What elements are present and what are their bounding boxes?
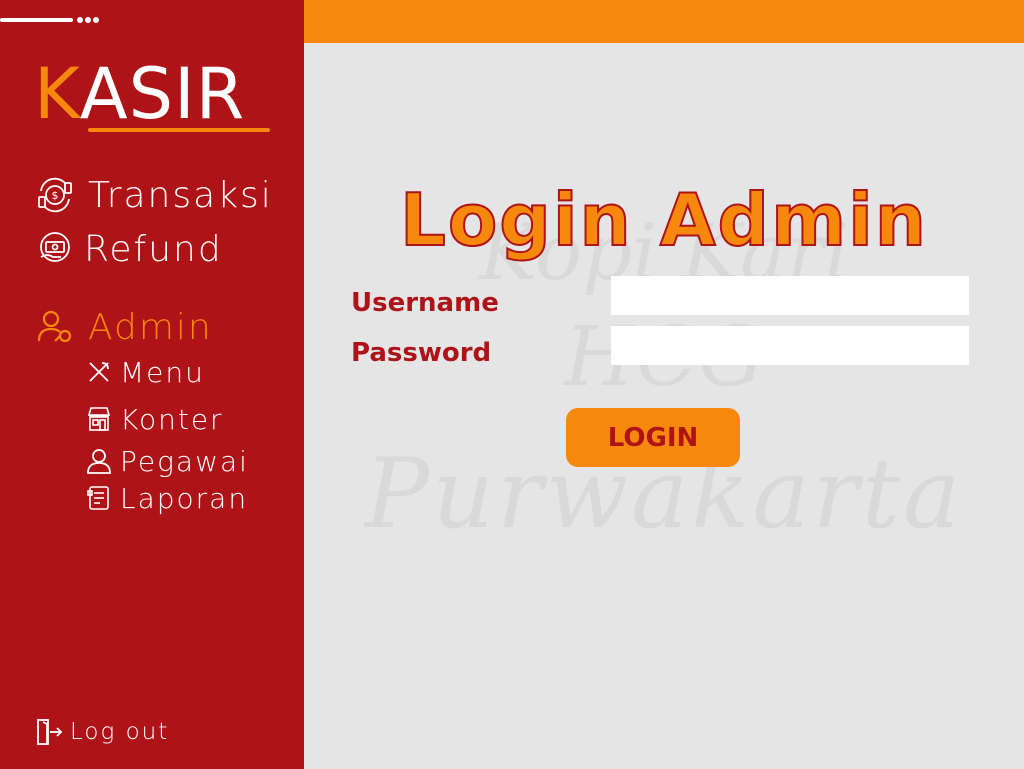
top-bar	[304, 0, 1024, 43]
sidebar-item-refund[interactable]: Refund	[36, 226, 223, 272]
sidebar-item-menu[interactable]: Menu	[86, 354, 205, 390]
app-logo: KASIR	[34, 53, 246, 135]
sidebar-item-konter[interactable]: Konter	[86, 401, 224, 437]
person-icon	[86, 443, 112, 479]
sidebar-item-label: Pegawai	[120, 444, 249, 478]
money-exchange-icon: $	[36, 172, 74, 218]
logout-button[interactable]: Log out	[36, 716, 169, 748]
report-icon	[86, 480, 112, 516]
sidebar-item-admin[interactable]: Admin	[36, 304, 213, 350]
door-exit-icon	[36, 716, 64, 748]
login-button[interactable]: LOGIN	[566, 408, 740, 467]
sidebar-item-label: Konter	[120, 402, 224, 436]
password-field[interactable]	[611, 326, 969, 365]
username-label: Username	[351, 288, 499, 318]
window-decoration	[0, 17, 120, 24]
svg-text:$: $	[52, 189, 59, 202]
logo-underline	[88, 128, 270, 132]
sidebar-item-transaksi[interactable]: $ Transaksi	[36, 172, 273, 218]
sidebar-item-label: Admin	[88, 306, 213, 348]
username-field[interactable]	[611, 276, 969, 315]
utensils-icon	[86, 354, 112, 390]
sidebar-item-label: Laporan	[120, 481, 249, 515]
sidebar: KASIR $ Transaksi Refund Admin Menu Kont…	[0, 0, 304, 769]
cash-hand-icon	[36, 226, 74, 272]
sidebar-item-label: Transaksi	[88, 174, 273, 216]
sidebar-item-label: Menu	[120, 355, 205, 389]
admin-user-key-icon	[36, 304, 74, 350]
sidebar-item-pegawai[interactable]: Pegawai	[86, 443, 249, 479]
page-title: Login Admin	[399, 177, 929, 263]
sidebar-item-label: Refund	[84, 228, 223, 270]
password-label: Password	[351, 338, 492, 368]
sidebar-item-laporan[interactable]: Laporan	[86, 480, 248, 516]
store-icon	[86, 401, 112, 437]
logout-label: Log out	[70, 719, 170, 745]
